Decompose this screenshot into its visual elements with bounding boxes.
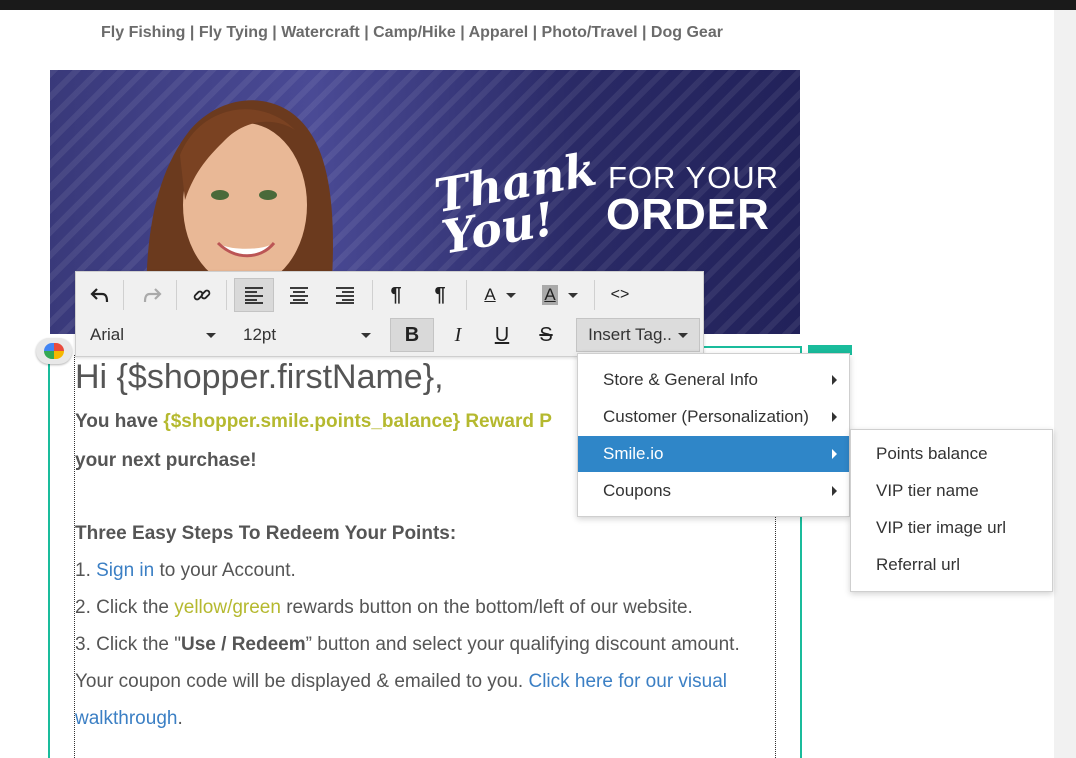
content-frame-left <box>48 346 50 758</box>
yellow-green-text: yellow/green <box>174 597 281 618</box>
menu-item-vip-tier-image-url[interactable]: VIP tier image url <box>851 510 1052 546</box>
chevron-right-icon <box>832 412 837 422</box>
steps-heading: Three Easy Steps To Redeem Your Points: <box>75 523 457 544</box>
toolbar-divider <box>372 280 373 310</box>
menu-item-store-general-info[interactable]: Store & General Info <box>578 362 849 398</box>
menu-item-coupons[interactable]: Coupons <box>578 473 849 509</box>
coupon-line: Your coupon code will be displayed & ema… <box>75 671 727 693</box>
points-line: You have {$shopper.smile.points_balance}… <box>75 411 552 433</box>
redo-icon[interactable] <box>136 278 168 312</box>
points-variable: {$shopper.smile.points_balance} Reward P <box>163 411 552 432</box>
menu-item-smile-io[interactable]: Smile.io <box>578 436 849 472</box>
coupon-end: . <box>177 708 183 729</box>
step-2-prefix: 2. Click the <box>75 597 175 618</box>
toolbar-divider <box>466 280 467 310</box>
step-3: 3. Click the "Use / Redeem” button and s… <box>75 634 740 656</box>
font-size-value: 12pt <box>243 325 277 344</box>
source-code-icon[interactable]: <> <box>604 278 636 312</box>
menu-item-label: Referral url <box>876 555 961 574</box>
font-family-select[interactable]: Arial <box>76 318 226 352</box>
rich-text-toolbar: ¶ ¶ A A <> Arial 12pt B I U S Insert Tag… <box>75 271 704 357</box>
menu-item-label: Store & General Info <box>603 370 758 389</box>
step-2-rest: rewards button on the bottom/left of our… <box>280 597 693 618</box>
align-right-icon[interactable] <box>326 278 364 312</box>
step-2: 2. Click the yellow/green rewards button… <box>75 597 693 619</box>
menu-item-referral-url[interactable]: Referral url <box>851 547 1052 583</box>
step-1-rest: to your Account. <box>154 560 296 581</box>
chevron-down-icon <box>677 332 688 338</box>
menu-item-vip-tier-name[interactable]: VIP tier name <box>851 473 1052 509</box>
strikethrough-icon[interactable]: S <box>528 318 564 352</box>
chevron-down-icon <box>206 332 216 338</box>
font-size-select[interactable]: 12pt <box>229 318 381 352</box>
italic-icon[interactable]: I <box>440 318 476 352</box>
step-1: 1. Sign in to your Account. <box>75 560 296 582</box>
thank-you-script: Thank You! <box>430 141 601 265</box>
walkthrough-link-part1[interactable]: Click here for our visual <box>528 671 727 692</box>
smile-logo-icon <box>44 343 64 359</box>
greeting-text: Hi {$shopper.firstName}, <box>75 358 444 396</box>
coupon-text: Your coupon code will be displayed & ema… <box>75 671 529 692</box>
bold-icon[interactable]: B <box>390 318 434 352</box>
step-3-prefix: 3. Click the " <box>75 634 182 655</box>
text-color-icon[interactable]: A <box>476 278 524 312</box>
smile-badge[interactable] <box>36 338 72 364</box>
undo-icon[interactable] <box>84 278 116 312</box>
smile-submenu: Points balance VIP tier name VIP tier im… <box>850 429 1053 592</box>
menu-item-label: VIP tier name <box>876 481 979 500</box>
insert-tag-menu: Store & General Info Customer (Personali… <box>577 353 850 517</box>
category-nav[interactable]: Fly Fishing | Fly Tying | Watercraft | C… <box>101 24 723 42</box>
use-redeem-text: Use / Redeem <box>181 634 306 655</box>
next-purchase-line: your next purchase! <box>75 450 257 471</box>
points-prefix: You have <box>75 411 164 432</box>
font-family-value: Arial <box>90 325 125 344</box>
chevron-right-icon <box>832 375 837 385</box>
top-bar <box>0 0 1076 10</box>
menu-item-label: VIP tier image url <box>876 518 1007 537</box>
menu-item-label: Customer (Personalization) <box>603 407 809 426</box>
coupon-line-2: walkthrough. <box>75 708 183 730</box>
toolbar-divider <box>176 280 177 310</box>
menu-item-points-balance[interactable]: Points balance <box>851 436 1052 472</box>
align-left-icon[interactable] <box>234 278 274 312</box>
toolbar-divider <box>226 280 227 310</box>
scrollbar-track[interactable] <box>1054 10 1076 758</box>
ltr-icon[interactable]: ¶ <box>380 278 412 312</box>
menu-item-customer-personalization[interactable]: Customer (Personalization) <box>578 399 849 435</box>
align-center-icon[interactable] <box>280 278 318 312</box>
insert-tag-button[interactable]: Insert Tag.. <box>576 318 700 352</box>
content-frame-top <box>700 346 802 348</box>
rtl-icon[interactable]: ¶ <box>424 278 456 312</box>
step-1-number: 1. <box>75 560 97 581</box>
menu-item-label: Points balance <box>876 444 988 463</box>
step-3-rest: ” button and select your qualifying disc… <box>305 634 740 655</box>
toolbar-divider <box>123 280 124 310</box>
order-text: ORDER <box>606 190 770 239</box>
menu-item-label: Smile.io <box>603 444 664 463</box>
underline-icon[interactable]: U <box>484 318 520 352</box>
background-color-icon[interactable]: A <box>536 278 584 312</box>
insert-tag-label: Insert Tag.. <box>588 325 672 344</box>
chevron-down-icon <box>361 332 371 338</box>
link-icon[interactable] <box>186 278 218 312</box>
chevron-right-icon <box>832 486 837 496</box>
toolbar-divider <box>594 280 595 310</box>
walkthrough-link-part2[interactable]: walkthrough <box>75 708 177 729</box>
menu-item-label: Coupons <box>603 481 672 500</box>
chevron-right-icon <box>832 449 837 459</box>
sign-in-link[interactable]: Sign in <box>96 560 154 581</box>
